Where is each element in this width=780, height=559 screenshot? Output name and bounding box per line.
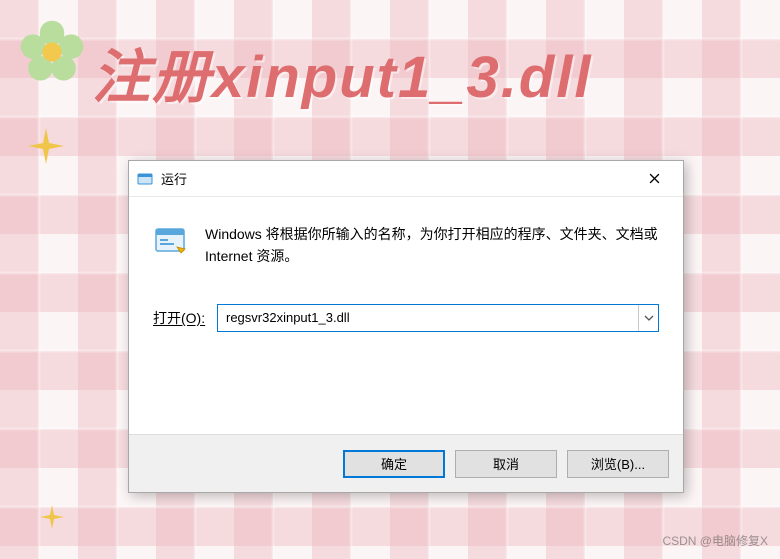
open-label: 打开(O): [153,308,207,328]
dialog-button-row: 确定 取消 浏览(B)... [129,434,683,492]
dropdown-icon[interactable] [638,305,658,331]
watermark-text: CSDN @电脑修复X [662,532,768,549]
ok-button[interactable]: 确定 [343,450,445,478]
dialog-description: Windows 将根据你所输入的名称，为你打开相应的程序、文件夹、文档或 Int… [205,223,659,268]
cancel-button[interactable]: 取消 [455,450,557,478]
close-button[interactable] [633,165,675,193]
sparkle-icon [28,128,64,164]
open-combobox[interactable] [217,304,659,332]
sparkle-icon-small [40,505,64,529]
browse-button[interactable]: 浏览(B)... [567,450,669,478]
headline-text: 注册xinput1_3.dll [92,30,593,114]
open-input[interactable] [218,305,638,331]
dialog-body: Windows 将根据你所输入的名称，为你打开相应的程序、文件夹、文档或 Int… [129,197,683,332]
run-dialog-icon [137,171,153,187]
dialog-titlebar: 运行 [129,161,683,197]
run-dialog: 运行 Windows 将根据你所输入的名称，为你打开相应的程序、文件夹、文档或 … [128,160,684,493]
run-program-icon [153,223,189,259]
flower-decoration [18,18,86,86]
dialog-title: 运行 [161,169,633,188]
